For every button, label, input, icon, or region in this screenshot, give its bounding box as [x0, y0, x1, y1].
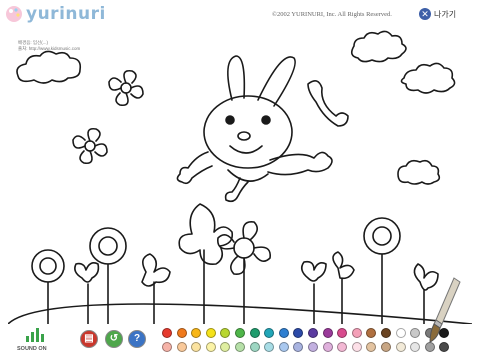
sky-flower-2 — [72, 127, 108, 165]
rabbit — [176, 55, 349, 203]
cloud-right-middle — [400, 62, 456, 94]
undo-icon[interactable]: ↺ — [106, 331, 122, 347]
paintbrush-icon — [429, 277, 461, 343]
equalizer-icon[interactable] — [26, 328, 44, 342]
yurinuri-logo: yurinuri — [4, 3, 105, 25]
color-swatch[interactable] — [410, 328, 421, 338]
cloud-left — [16, 50, 82, 84]
color-swatch[interactable] — [176, 328, 187, 338]
sound-label[interactable]: SOUND ON — [17, 346, 47, 352]
color-swatch[interactable] — [176, 342, 187, 352]
paintbrush-cursor — [428, 276, 464, 356]
coloring-line-art[interactable] — [7, 28, 473, 325]
color-swatch[interactable] — [366, 342, 377, 352]
help-button[interactable]: ? — [128, 330, 146, 348]
cloud-right-lower — [397, 159, 441, 185]
color-swatch[interactable] — [410, 342, 421, 352]
color-swatch[interactable] — [162, 328, 172, 338]
color-swatch[interactable] — [351, 342, 362, 352]
color-swatch[interactable] — [264, 328, 275, 338]
color-swatch[interactable] — [381, 342, 391, 352]
sky-flower-1 — [108, 69, 144, 107]
close-icon[interactable]: ✕ — [419, 8, 431, 20]
sound-toggle[interactable] — [26, 328, 44, 342]
color-swatch[interactable] — [337, 342, 348, 352]
color-swatch[interactable] — [395, 328, 406, 338]
top-bar: yurinuri ©2002 YURINURI, Inc. All Rights… — [0, 0, 480, 28]
color-swatch[interactable] — [308, 342, 318, 352]
help-icon[interactable]: ? — [129, 331, 145, 347]
color-swatch[interactable] — [191, 342, 202, 352]
color-swatch[interactable] — [278, 342, 289, 352]
music-credit-line2: 출처: http://www.kidsmusic.com — [18, 46, 81, 51]
color-swatch[interactable] — [308, 328, 318, 338]
logo-text: yurinuri — [26, 4, 106, 24]
color-swatch[interactable] — [322, 328, 333, 338]
color-swatch[interactable] — [322, 342, 333, 352]
color-swatch[interactable] — [366, 328, 377, 338]
undo-button[interactable]: ↺ — [105, 330, 123, 348]
color-swatch[interactable] — [381, 328, 391, 338]
color-palette — [162, 326, 458, 356]
print-icon[interactable]: ▤ — [81, 331, 97, 347]
color-swatch[interactable] — [249, 342, 260, 352]
copyright-notice: ©2002 YURINURI, Inc. All Rights Reserved… — [272, 11, 392, 18]
color-swatch[interactable] — [278, 328, 289, 338]
coloring-canvas[interactable] — [7, 28, 473, 325]
flowers-row — [7, 203, 473, 325]
color-swatch[interactable] — [264, 342, 275, 352]
exit-label[interactable]: 나가기 — [434, 9, 456, 20]
color-swatch[interactable] — [220, 328, 231, 338]
print-button[interactable]: ▤ — [80, 330, 98, 348]
color-swatch[interactable] — [205, 328, 216, 338]
color-swatch[interactable] — [235, 328, 245, 338]
color-swatch[interactable] — [293, 328, 304, 338]
color-swatch[interactable] — [293, 342, 304, 352]
color-swatch[interactable] — [205, 342, 216, 352]
color-swatch[interactable] — [220, 342, 231, 352]
color-swatch[interactable] — [395, 342, 406, 352]
color-swatch[interactable] — [351, 328, 362, 338]
color-swatch[interactable] — [191, 328, 202, 338]
color-swatch[interactable] — [249, 328, 260, 338]
color-swatch[interactable] — [337, 328, 348, 338]
cloud-right-top — [350, 30, 407, 63]
palette-logo-icon — [6, 6, 22, 22]
color-swatch[interactable] — [162, 342, 172, 352]
color-swatch[interactable] — [235, 342, 245, 352]
